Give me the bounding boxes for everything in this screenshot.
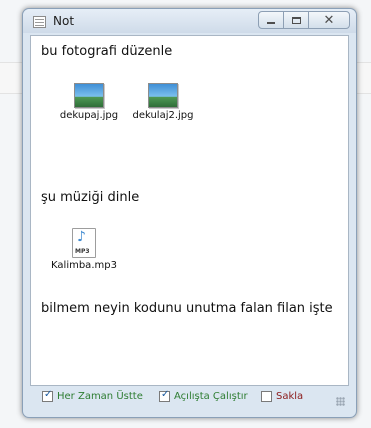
mp3-tag: MP3 — [75, 248, 90, 255]
run-at-startup-label: Açılışta Çalıştır — [174, 391, 248, 402]
title-bar[interactable]: Not ✕ — [23, 9, 356, 33]
close-icon: ✕ — [323, 12, 335, 28]
note-line-1: bu fotografi düzenle — [41, 44, 173, 59]
file-item-dekupaj[interactable]: dekupaj.jpg — [49, 83, 129, 121]
file-name: dekupaj.jpg — [59, 110, 119, 121]
note-window: Not ✕ bu fotografi düzenle dekupaj.jpg d… — [22, 8, 357, 418]
close-button[interactable]: ✕ — [308, 11, 350, 29]
maximize-icon — [291, 16, 301, 24]
note-icon — [33, 16, 46, 28]
maximize-button[interactable] — [283, 11, 309, 29]
window-controls: ✕ — [258, 11, 350, 29]
mp3-file-icon: ♪ MP3 — [72, 228, 96, 258]
image-file-icon — [74, 83, 104, 108]
checkbox-checked-icon — [159, 389, 170, 402]
file-item-kalimba[interactable]: ♪ MP3 Kalimba.mp3 — [44, 228, 124, 271]
always-on-top-label: Her Zaman Üstte — [57, 391, 143, 402]
note-text-area[interactable]: bu fotografi düzenle dekupaj.jpg dekulaj… — [30, 35, 349, 386]
file-name: Kalimba.mp3 — [51, 260, 117, 271]
checkbox-unchecked-icon — [261, 391, 272, 402]
resize-grip-icon[interactable] — [336, 397, 345, 406]
minimize-button[interactable] — [258, 11, 284, 29]
minimize-icon — [267, 22, 275, 24]
window-title: Not — [53, 14, 75, 28]
run-at-startup-checkbox[interactable]: Açılışta Çalıştır — [159, 389, 248, 402]
hide-label: Sakla — [276, 391, 304, 402]
file-item-dekulaj2[interactable]: dekulaj2.jpg — [123, 83, 203, 121]
always-on-top-checkbox[interactable]: Her Zaman Üstte — [42, 389, 143, 402]
note-line-3: bilmem neyin kodunu unutma falan filan i… — [41, 301, 333, 316]
checkbox-checked-icon — [42, 389, 53, 402]
hide-checkbox[interactable]: Sakla — [261, 391, 303, 402]
image-file-icon — [148, 83, 178, 108]
file-name: dekulaj2.jpg — [132, 110, 194, 121]
footer-bar: Her Zaman Üstte Açılışta Çalıştır Sakla — [30, 387, 348, 409]
note-line-2: şu müziği dinle — [41, 190, 140, 205]
music-note-icon: ♪ — [77, 229, 86, 245]
